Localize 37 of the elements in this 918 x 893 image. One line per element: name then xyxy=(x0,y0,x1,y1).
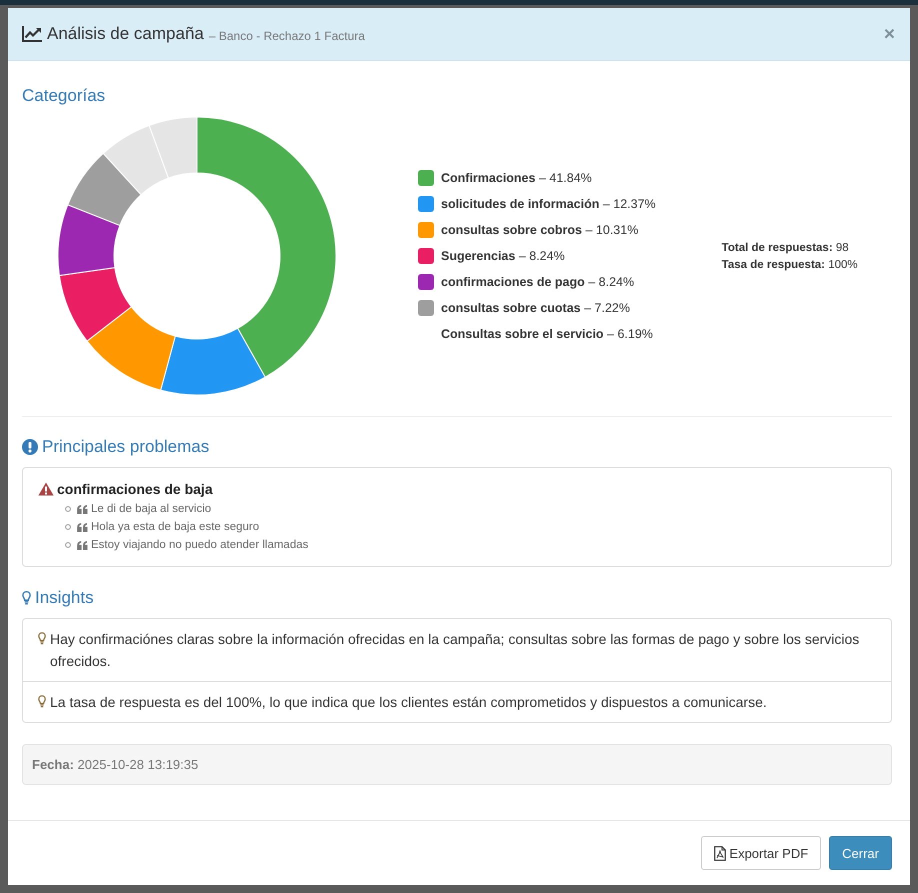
stat-text: Tasa de respuesta: 100% xyxy=(722,258,858,270)
export-pdf-button[interactable]: Exportar PDF xyxy=(701,836,822,870)
bullet-icon xyxy=(65,506,71,512)
section-heading: Categorías xyxy=(22,86,106,106)
lightbulb-icon xyxy=(22,590,31,606)
modal-subtitle: – Banco - Rechazo 1 Factura xyxy=(208,28,365,42)
close-modal-button[interactable]: Cerrar xyxy=(829,836,892,870)
legend-label: consultas sobre cobros – 10.31% xyxy=(441,223,638,237)
pdf-file-icon xyxy=(714,846,726,860)
date-text: Fecha: 2025-10-28 13:19:35 xyxy=(32,757,198,772)
quote-icon xyxy=(77,522,88,532)
bullet-icon xyxy=(65,542,71,548)
section-heading: Principales problemas xyxy=(42,437,210,457)
lightbulb-icon xyxy=(38,632,46,645)
quote-text: Hola ya esta de baja este seguro xyxy=(91,521,260,533)
modal-title: Análisis de campaña xyxy=(47,24,204,44)
insight-text: La tasa de respuesta es del 100%, lo que indica que los clientes están comprometidos y dispuestos a comunicarse. xyxy=(50,693,768,712)
quote-icon xyxy=(77,540,88,550)
legend-label: consultas sobre cuotas – 7.22% xyxy=(441,301,630,315)
quote-text: Estoy viajando no puedo atender llamadas xyxy=(91,539,308,551)
legend-label: Consultas sobre el servicio – 6.19% xyxy=(441,327,653,341)
quote-text: Le di de baja al servicio xyxy=(91,503,212,515)
warning-icon xyxy=(38,482,54,496)
bullet-icon xyxy=(65,524,71,530)
lightbulb-icon xyxy=(38,695,46,708)
legend-label: Sugerencias – 8.24% xyxy=(441,249,565,263)
legend-label: solicitudes de información – 12.37% xyxy=(441,197,656,211)
legend-label: Confirmaciones – 41.84% xyxy=(441,171,592,185)
line-chart-icon xyxy=(22,26,42,42)
stat-text: Total de respuestas: 98 xyxy=(722,242,850,254)
close-button[interactable]: × xyxy=(884,24,895,44)
legend-label: confirmaciones de pago – 8.24% xyxy=(441,275,634,289)
exclamation-circle-icon xyxy=(22,439,38,455)
problem-title: confirmaciones de baja xyxy=(57,481,213,497)
insight-text: Hay confirmaciónes claras sobre la información ofrecidas en la campaña; consultas sobre las formas de pago y sobre los servicios ofrecidos. xyxy=(50,630,860,671)
section-heading: Insights xyxy=(35,588,94,608)
quote-icon xyxy=(77,504,88,514)
